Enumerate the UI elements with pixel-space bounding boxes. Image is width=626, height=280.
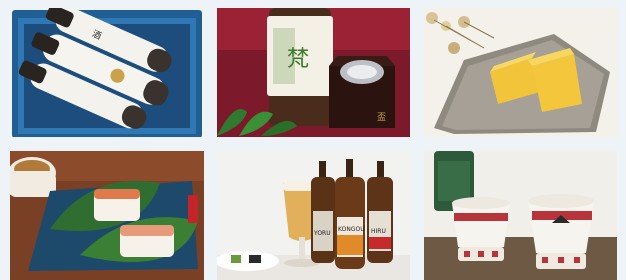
photo-pressed-sushi <box>10 151 204 280</box>
masu-mark: 盃 <box>377 112 386 123</box>
photo-ceramic-cups <box>424 151 617 280</box>
photo-tamagoyaki-plate <box>424 8 617 137</box>
bottle-label-hiru: HIRU <box>371 228 386 235</box>
photo-sake-gift-box: 酒 <box>10 8 204 137</box>
bottle-label-kongou: KONGOU <box>338 226 365 233</box>
photo-sake-bottle-masu: 梵 盃 <box>217 8 410 137</box>
photo-craft-beer: YORU KONGOU HIRU <box>217 151 410 280</box>
bottle-label-yoru: YORU <box>313 230 331 237</box>
bottle-brand-mark: 梵 <box>287 47 309 72</box>
